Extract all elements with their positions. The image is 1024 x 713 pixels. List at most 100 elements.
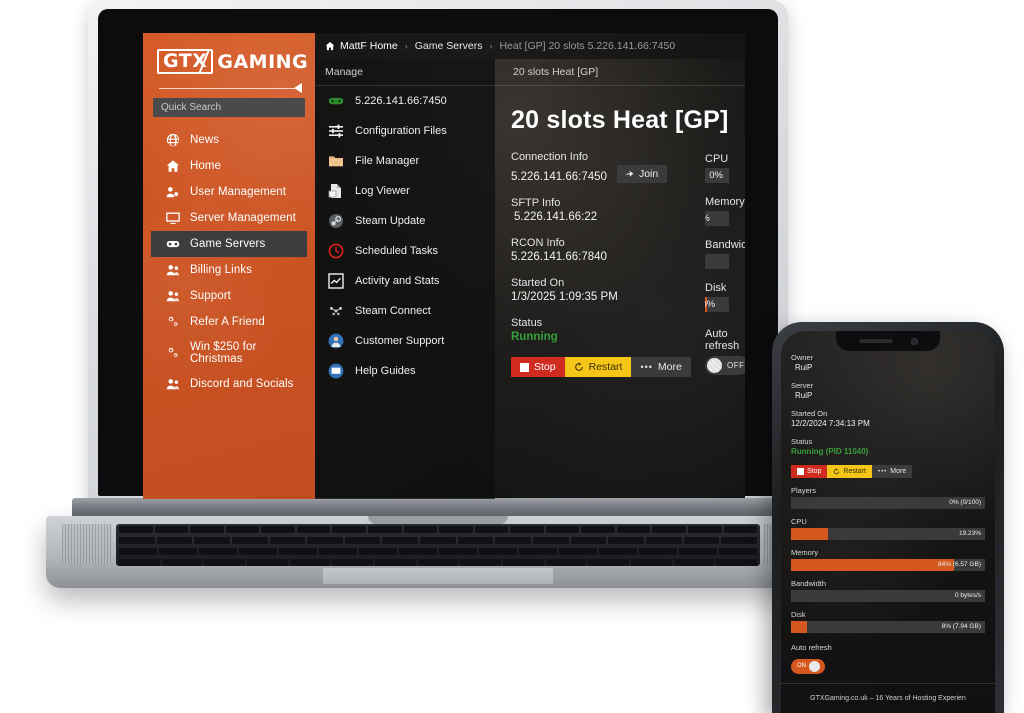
join-button[interactable]: Join [616, 165, 668, 183]
gears-icon [165, 346, 180, 360]
phone-stop-button[interactable]: Stop [791, 465, 828, 478]
phone-footer: GTXGaming.co.uk – 16 Years of Hosting Ex… [781, 683, 995, 713]
detail-info-column: Connection Info 5.226.141.66:7450 Join S… [511, 151, 691, 378]
sidebar-item-label: Win $250 for Christmas [190, 341, 257, 365]
sidebar-item-refer-a-friend[interactable]: Refer A Friend [151, 309, 307, 335]
manage-item-steam-update[interactable]: Steam Update [315, 206, 495, 236]
chart-icon [327, 273, 345, 289]
phone-body: Owner RuiP Server RuiP Started On 12/2/2… [772, 322, 1004, 713]
auto-refresh-toggle[interactable]: OFF [705, 356, 745, 375]
quick-search-input[interactable]: Quick Search [153, 98, 305, 117]
gtxgaming-logo: GTX GAMING [157, 49, 308, 75]
phone-players-label: Players [791, 486, 817, 495]
sidebar-item-home[interactable]: Home [151, 153, 307, 179]
steam-icon [327, 213, 345, 229]
server-detail-pane: 20 slots Heat [GP] 20 slots Heat [GP] Co… [495, 59, 745, 499]
phone-restart-label: Restart [843, 468, 866, 475]
breadcrumb-home-label: MattF Home [340, 40, 398, 52]
sidebar-item-label: Server Management [190, 212, 296, 224]
breadcrumb-game-servers[interactable]: Game Servers [415, 40, 483, 52]
stop-square-icon [797, 468, 804, 475]
phone-screen: Owner RuiP Server RuiP Started On 12/2/2… [781, 331, 995, 713]
manage-item-label: Steam Update [355, 215, 426, 227]
manage-item-label: Configuration Files [355, 125, 447, 137]
manage-item-activity-and-stats[interactable]: Activity and Stats [315, 266, 495, 296]
phone-started-on-field: Started On 12/2/2024 7:34:13 PM [791, 409, 985, 428]
sidebar-item-label: Discord and Socials [190, 378, 294, 390]
laptop-trackpad [323, 568, 553, 584]
phone-auto-refresh-state: ON [797, 663, 806, 669]
manage-item-scheduled-tasks[interactable]: Scheduled Tasks [315, 236, 495, 266]
phone-owner-field: Owner RuiP [791, 353, 985, 372]
bandwidth-meter-bar: 0 bytes/s [705, 254, 729, 269]
bandwidth-meter: Bandwidth 0 bytes/s [705, 239, 745, 269]
phone-disk-label: Disk [791, 610, 806, 619]
started-on-label: Started On [511, 277, 565, 289]
bandwidth-meter-value: 0 bytes/s [705, 254, 723, 269]
phone-cpu-value: 19.23% [958, 530, 981, 537]
page-title: 20 slots Heat [GP] [511, 106, 729, 134]
disk-meter-bar: 10% (10.49 GB) [705, 297, 729, 312]
sidebar-collapse-icon[interactable] [294, 83, 302, 93]
phone-owner-value: RuiP [795, 363, 813, 372]
phone-bandwidth-meter: Bandwidth 0 bytes/s [791, 579, 985, 602]
sidebar-item-support[interactable]: Support [151, 283, 307, 309]
more-dots-icon: ••• [877, 468, 888, 475]
document-icon [327, 183, 345, 199]
phone-cpu-bar: 19.23% [791, 528, 985, 540]
phone-memory-fill [791, 559, 954, 571]
sidebar-item-server-management[interactable]: Server Management [151, 205, 307, 231]
phone-started-on-value: 12/2/2024 7:34:13 PM [791, 419, 870, 428]
home-icon [325, 41, 335, 51]
main-content: MattF Home › Game Servers › Heat [GP] 20… [315, 33, 745, 499]
phone-players-meter: Players 0% (0/100) [791, 486, 985, 509]
globe-icon [165, 133, 180, 147]
sftp-info-label: SFTP Info [511, 197, 561, 209]
sidebar-item-win-250-for-christmas[interactable]: Win $250 for Christmas [151, 335, 307, 371]
primary-sidebar: GTX GAMING Quick Search News Home User M… [143, 33, 315, 499]
manage-item-label: Help Guides [355, 365, 416, 377]
manage-item-configuration-files[interactable]: Configuration Files [315, 116, 495, 146]
gtx-control-panel: GTX GAMING Quick Search News Home User M… [143, 33, 745, 499]
phone-started-on-label: Started On [791, 409, 828, 418]
restart-icon [574, 362, 583, 371]
sidebar-item-discord-and-socials[interactable]: Discord and Socials [151, 371, 307, 397]
home-icon [165, 159, 180, 173]
manage-item-help-guides[interactable]: Help Guides [315, 356, 495, 386]
stop-button-label: Stop [534, 361, 556, 373]
sidebar-item-label: Game Servers [190, 238, 266, 250]
breadcrumb-home[interactable]: MattF Home [325, 40, 398, 52]
manage-item-steam-connect[interactable]: Steam Connect [315, 296, 495, 326]
sidebar-item-news[interactable]: News [151, 127, 307, 153]
laptop-lid: GTX GAMING Quick Search News Home User M… [88, 0, 788, 505]
phone-status-badge: Running (PID 11040) [791, 447, 869, 456]
manage-item-customer-support[interactable]: Customer Support [315, 326, 495, 356]
phone-server-field: Server RuiP [791, 381, 985, 400]
sidebar-divider [159, 83, 302, 93]
phone-auto-refresh-toggle[interactable]: ON [791, 658, 825, 674]
auto-refresh-group: Auto refresh OFF [705, 328, 745, 378]
sidebar-item-billing-links[interactable]: Billing Links [151, 257, 307, 283]
auto-refresh-state: OFF [727, 361, 745, 370]
restart-button-label: Restart [588, 361, 623, 373]
stop-button[interactable]: Stop [511, 357, 565, 377]
phone-restart-button[interactable]: Restart [827, 465, 872, 478]
manage-item-file-manager[interactable]: File Manager [315, 146, 495, 176]
users-icon [165, 377, 180, 391]
phone-disk-bar: 8% (7.94 GB) [791, 621, 985, 633]
phone-bandwidth-label: Bandwidth [791, 579, 827, 588]
clock-icon [327, 243, 345, 259]
manage-item-log-viewer[interactable]: Log Viewer [315, 176, 495, 206]
laptop-speaker-left [62, 524, 112, 564]
users-icon [165, 263, 180, 277]
phone-more-button[interactable]: ••• More [871, 465, 913, 478]
restart-button[interactable]: Restart [564, 357, 632, 377]
sidebar-item-game-servers[interactable]: Game Servers [151, 231, 307, 257]
phone-cpu-meter: CPU 19.23% [791, 517, 985, 540]
phone-server-value: RuiP [795, 391, 813, 400]
sidebar-item-user-management[interactable]: User Management [151, 179, 307, 205]
bandwidth-meter-label: Bandwidth [705, 239, 745, 251]
manage-item-server-address[interactable]: 5.226.141.66:7450 [315, 86, 495, 116]
phone-cpu-fill [791, 528, 829, 540]
more-button[interactable]: ••• More [631, 357, 691, 377]
